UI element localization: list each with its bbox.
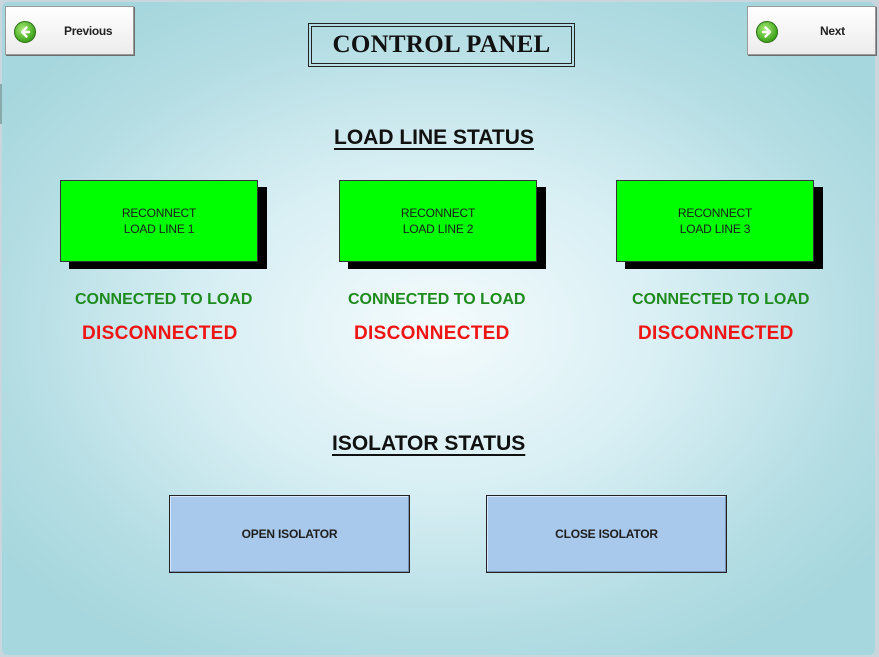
previous-label: Previous — [64, 24, 113, 38]
reconnect-load-line-2-label: RECONNECT LOAD LINE 2 — [400, 206, 476, 236]
page-title: CONTROL PANEL — [332, 31, 551, 58]
next-label: Next — [820, 24, 845, 38]
arrow-left-icon — [14, 21, 36, 43]
reconnect-load-line-2-button[interactable]: RECONNECT LOAD LINE 2 — [339, 180, 537, 262]
reconnect-load-line-3-button[interactable]: RECONNECT LOAD LINE 3 — [616, 180, 814, 262]
previous-button[interactable]: Previous — [5, 6, 134, 55]
load-line-1-connected-status: CONNECTED TO LOAD — [75, 291, 253, 308]
control-panel-screen: Previous Next CONTROL PANEL LOAD LINE ST… — [2, 2, 876, 655]
open-isolator-button[interactable]: OPEN ISOLATOR — [169, 495, 410, 573]
open-isolator-label: OPEN ISOLATOR — [241, 527, 338, 541]
reconnect-load-line-1-button[interactable]: RECONNECT LOAD LINE 1 — [60, 180, 258, 262]
load-line-3-connected-status: CONNECTED TO LOAD — [632, 291, 810, 308]
isolator-status-heading: ISOLATOR STATUS — [332, 432, 526, 455]
load-line-status-heading: LOAD LINE STATUS — [334, 126, 534, 149]
load-line-2-disconnected-status: DISCONNECTED — [354, 323, 510, 344]
page-title-box: CONTROL PANEL — [308, 23, 575, 67]
close-isolator-label: CLOSE ISOLATOR — [555, 527, 658, 541]
window-frame: Previous Next CONTROL PANEL LOAD LINE ST… — [0, 0, 879, 657]
load-line-1-disconnected-status: DISCONNECTED — [82, 323, 238, 344]
load-line-3-disconnected-status: DISCONNECTED — [638, 323, 794, 344]
load-line-2-connected-status: CONNECTED TO LOAD — [348, 291, 526, 308]
arrow-right-icon — [756, 21, 778, 43]
reconnect-load-line-3-label: RECONNECT LOAD LINE 3 — [677, 206, 753, 236]
reconnect-load-line-1-label: RECONNECT LOAD LINE 1 — [121, 206, 197, 236]
next-button[interactable]: Next — [747, 6, 876, 55]
close-isolator-button[interactable]: CLOSE ISOLATOR — [486, 495, 727, 573]
